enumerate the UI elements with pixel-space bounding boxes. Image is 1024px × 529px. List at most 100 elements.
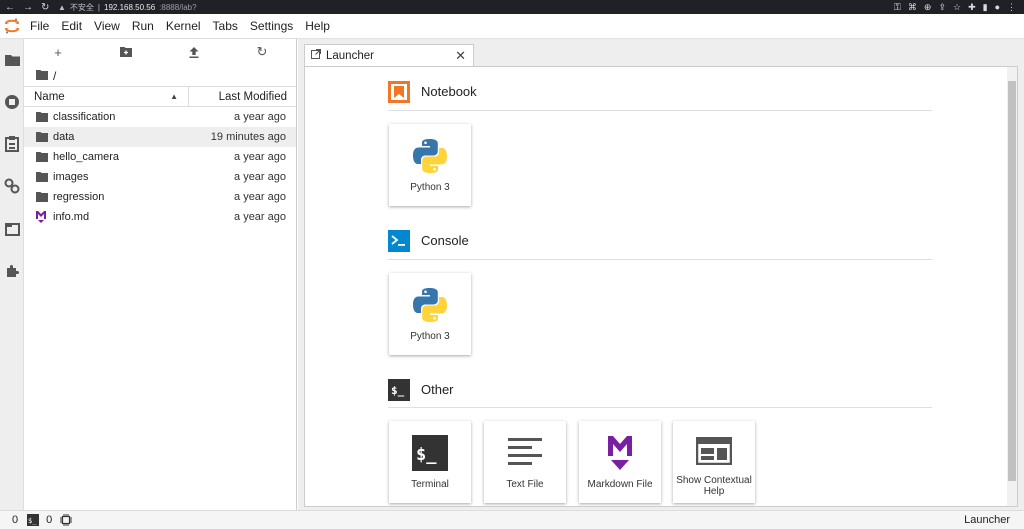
upload-icon[interactable] (160, 46, 228, 58)
main-dock-area: Launcher ✕ Notebook Python 3 Console Pyt… (298, 39, 1024, 510)
file-modified: a year ago (234, 171, 286, 183)
launcher-scrollbar[interactable] (1007, 67, 1017, 506)
column-last-modified[interactable]: Last Modified (188, 87, 296, 106)
breadcrumb-home-folder-icon[interactable] (36, 69, 48, 83)
text-file-icon (508, 433, 542, 473)
file-modified: a year ago (234, 151, 286, 163)
scrollbar-thumb[interactable] (1008, 81, 1016, 481)
file-name: info.md (53, 211, 90, 223)
address-bar[interactable]: ▲ 不安全 | 192.168.50.56:8888/lab? (58, 2, 197, 13)
menu-kernel[interactable]: Kernel (160, 19, 207, 33)
divider (388, 110, 932, 111)
browser-toolbar: ← → ↻ ▲ 不安全 | 192.168.50.56:8888/lab? ⚿ … (0, 0, 1024, 14)
new-launcher-icon[interactable]: + (24, 45, 92, 60)
markdown-file-card[interactable]: Markdown File (579, 421, 661, 503)
tab-launcher[interactable]: Launcher ✕ (304, 44, 474, 66)
file-row-classification[interactable]: classification a year ago (24, 107, 296, 127)
menu-view[interactable]: View (88, 19, 126, 33)
breadcrumb-path[interactable]: / (53, 69, 56, 83)
status-bar: 0 $_ 0 Launcher (0, 510, 1024, 529)
card-label: Text File (506, 479, 544, 490)
notebook-python3-card[interactable]: Python 3 (389, 124, 471, 206)
file-modified: a year ago (234, 191, 286, 203)
column-name-label: Name (34, 90, 65, 103)
refresh-icon[interactable]: ↻ (228, 44, 296, 60)
text-file-card[interactable]: Text File (484, 421, 566, 503)
divider (388, 259, 932, 260)
file-name: data (53, 131, 75, 143)
terminal-count[interactable]: 0 (0, 514, 18, 526)
file-modified: a year ago (234, 211, 286, 223)
console-section-header: Console (388, 228, 932, 253)
profile-icon[interactable]: ● (995, 2, 1000, 13)
sidebar-toggle-icon[interactable]: ▮ (983, 2, 988, 13)
menu-tabs[interactable]: Tabs (207, 19, 244, 33)
activity-bar (0, 39, 24, 510)
console-python3-card[interactable]: Python 3 (389, 273, 471, 355)
launcher-tab-icon (311, 49, 321, 62)
new-folder-icon[interactable] (92, 47, 160, 57)
file-row-data[interactable]: data 19 minutes ago (24, 127, 296, 147)
contextual-help-icon (696, 431, 732, 471)
column-name[interactable]: Name ▲ (24, 91, 188, 103)
kernel-chip-icon[interactable] (52, 514, 73, 526)
folder-icon (36, 192, 53, 202)
file-list: classification a year ago data 19 minute… (24, 107, 296, 227)
file-name: images (53, 171, 89, 183)
card-label: Show Contextual Help (676, 475, 752, 497)
running-icon[interactable] (3, 93, 21, 111)
file-browser-toolbar: + ↻ (24, 39, 296, 65)
file-row-info-md[interactable]: info.md a year ago (24, 207, 296, 227)
python-icon (411, 136, 449, 176)
file-row-images[interactable]: images a year ago (24, 167, 296, 187)
url-host: 192.168.50.56 (104, 2, 156, 12)
menu-settings[interactable]: Settings (244, 19, 299, 33)
launcher-panel: Notebook Python 3 Console Python 3 $_ Ot… (304, 66, 1018, 507)
other-section-title: Other (421, 382, 454, 397)
file-row-regression[interactable]: regression a year ago (24, 187, 296, 207)
warning-icon: ▲ (58, 2, 66, 12)
share-icon[interactable]: ⇪ (938, 2, 946, 13)
reload-icon[interactable]: ↻ (41, 2, 49, 13)
notebook-section-header: Notebook (388, 79, 932, 104)
markdown-icon (36, 211, 53, 223)
tabs-icon[interactable] (3, 220, 21, 238)
contextual-help-card[interactable]: Show Contextual Help (673, 421, 755, 503)
tab-label: Launcher (326, 49, 374, 62)
file-modified: a year ago (234, 111, 286, 123)
property-inspector-icon[interactable] (3, 177, 21, 195)
menu-help[interactable]: Help (299, 19, 336, 33)
terminal-status-icon[interactable]: $_ (18, 514, 40, 526)
star-icon[interactable]: ☆ (953, 2, 961, 13)
forward-icon[interactable]: → (23, 2, 33, 13)
key-icon[interactable]: ⚿ (894, 2, 901, 13)
extensions-icon[interactable]: ✚ (968, 2, 976, 13)
svg-text:$_: $_ (391, 384, 405, 397)
extensions-puzzle-icon[interactable] (3, 262, 21, 280)
file-name: hello_camera (53, 151, 120, 163)
menu-run[interactable]: Run (126, 19, 160, 33)
other-section-header: $_ Other (388, 377, 932, 402)
jupyter-logo-icon (0, 18, 24, 34)
folder-icon[interactable] (3, 51, 21, 69)
commands-icon[interactable] (3, 135, 21, 153)
console-section-title: Console (421, 233, 469, 248)
terminal-icon: $_ (412, 433, 448, 473)
card-label: Python 3 (410, 182, 450, 193)
menu-edit[interactable]: Edit (55, 19, 88, 33)
back-icon[interactable]: ← (5, 2, 15, 13)
file-name: classification (53, 111, 116, 123)
file-list-header: Name ▲ Last Modified (24, 86, 296, 107)
zoom-icon[interactable]: ⊕ (924, 2, 932, 13)
file-row-hello-camera[interactable]: hello_camera a year ago (24, 147, 296, 167)
terminal-card[interactable]: $_ Terminal (389, 421, 471, 503)
kernel-count[interactable]: 0 (39, 514, 52, 526)
breadcrumb: / (24, 65, 296, 86)
folder-icon (36, 132, 53, 142)
file-browser: + ↻ / Name ▲ Last Modified classificatio… (24, 39, 297, 510)
close-icon[interactable]: ✕ (455, 48, 466, 64)
notebook-icon (388, 80, 410, 103)
menu-file[interactable]: File (24, 19, 55, 33)
browser-menu-icon[interactable]: ⋮ (1007, 2, 1016, 13)
translate-icon[interactable]: ⌘ (908, 2, 917, 13)
